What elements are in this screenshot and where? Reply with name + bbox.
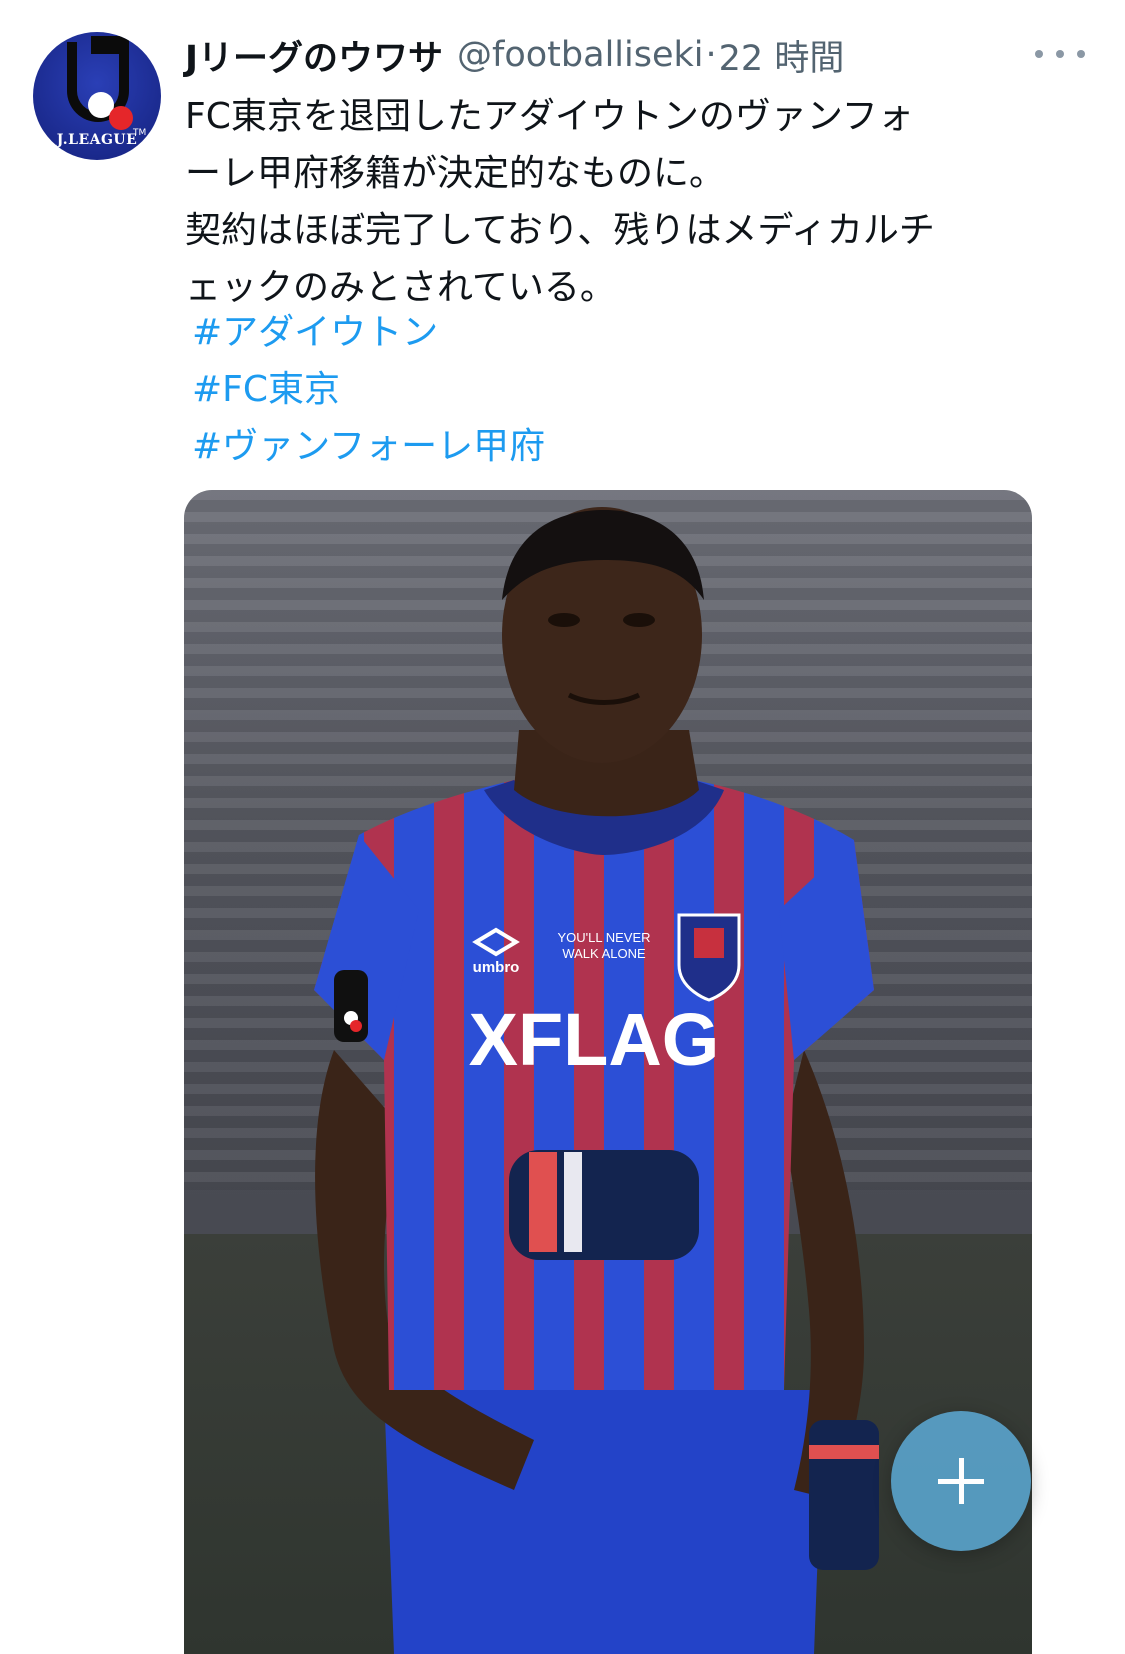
tweet-text-line: 契約はほぼ完了しており、残りはメディカルチ: [185, 210, 935, 251]
hashtag-link[interactable]: #FC東京: [192, 361, 545, 418]
jersey-slogan: WALK ALONE: [562, 946, 646, 961]
more-options-icon[interactable]: [1035, 34, 1085, 74]
plus-icon: [958, 1458, 964, 1504]
tweet[interactable]: TM J.LEAGUE Jリーグのウワサ @footballiseki · 22…: [0, 0, 1125, 1654]
hashtag-list: #アダイウトン #FC東京 #ヴァンフォーレ甲府: [192, 304, 545, 475]
tweet-text-line: ーレ甲府移籍が決定的なものに。: [185, 153, 726, 194]
author-name[interactable]: Jリーグのウワサ: [185, 30, 443, 81]
hashtag-link[interactable]: #アダイウトン: [192, 304, 545, 361]
compose-button[interactable]: [891, 1411, 1031, 1551]
avatar-label: J.LEAGUE: [56, 132, 138, 148]
separator: ·: [705, 35, 717, 75]
tweet-text: FC東京を退団したアダイウトンのヴァンフォ ーレ甲府移籍が決定的なものに。 契約…: [185, 88, 1045, 316]
tweet-header: Jリーグのウワサ @footballiseki · 22 時間: [185, 30, 1085, 80]
hashtag-link[interactable]: #ヴァンフォーレ甲府: [192, 418, 545, 475]
jersey-brand: umbro: [473, 959, 520, 976]
avatar[interactable]: TM J.LEAGUE: [33, 32, 161, 160]
author-handle[interactable]: @footballiseki: [457, 35, 703, 75]
tweet-text-line: FC東京を退団したアダイウトンのヴァンフォ: [185, 96, 914, 137]
tweet-time[interactable]: 22 時間: [719, 30, 845, 81]
jersey-sponsor: XFLAG: [469, 998, 720, 1081]
jersey-slogan: YOU'LL NEVER: [557, 930, 650, 945]
jleague-logo-red-ball: [109, 106, 133, 130]
